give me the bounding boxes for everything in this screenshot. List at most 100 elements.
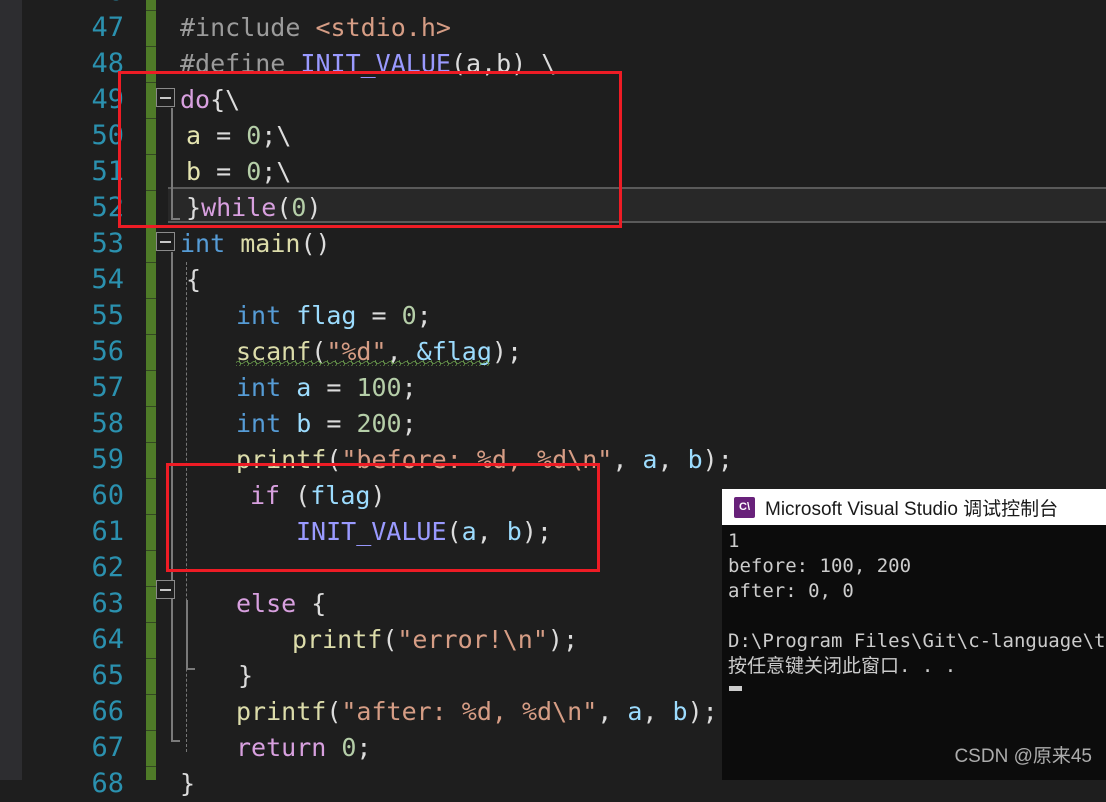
annotation-rect-if-branch [166, 463, 600, 572]
line-number-47: 47 [91, 12, 124, 43]
console-title-text: Microsoft Visual Studio 调试控制台 [765, 498, 1059, 520]
change-bar-segment [146, 46, 156, 47]
line-number-61: 61 [91, 516, 124, 547]
fold-region-line-else [186, 600, 188, 670]
code-token: int [236, 301, 297, 330]
code-token: ); [491, 337, 523, 366]
code-token: a [627, 697, 643, 726]
code-token: 100 [356, 373, 402, 402]
line-number-53: 53 [91, 228, 124, 259]
code-token: ); [702, 445, 733, 474]
change-bar-segment [146, 298, 156, 299]
fold-toggle-line-53[interactable] [156, 232, 175, 251]
fold-region-end-else [186, 668, 195, 670]
code-token: a [642, 445, 658, 474]
code-token: <stdio.h> [315, 13, 451, 42]
code-token: () [300, 229, 331, 258]
annotation-rect-macro-body [118, 71, 622, 228]
code-token: "error!\n" [397, 625, 548, 654]
line-number-67: 67 [91, 732, 124, 763]
error-squiggle-scanf [236, 360, 490, 366]
line-number-64: 64 [91, 624, 124, 655]
code-token: } [238, 661, 254, 690]
console-caret [729, 686, 742, 691]
code-token: ; [401, 373, 417, 402]
code-line-54[interactable]: { [158, 262, 1106, 298]
code-line-53[interactable]: int main() [158, 226, 1106, 262]
code-token: int [180, 229, 241, 258]
code-line-57[interactable]: int a = 100; [158, 370, 1106, 406]
change-bar-segment [146, 550, 156, 551]
code-token: , [657, 445, 688, 474]
line-number-62: 62 [91, 552, 124, 583]
line-number-57: 57 [91, 372, 124, 403]
change-bar-segment [146, 10, 156, 11]
line-number-49: 49 [91, 84, 124, 115]
code-token: ; [356, 733, 372, 762]
code-token: b [296, 409, 327, 438]
change-bar-segment [146, 586, 156, 587]
code-token: #include [180, 13, 316, 42]
line-number-55: 55 [91, 300, 124, 331]
code-token: = [326, 409, 357, 438]
line-number-50: 50 [91, 120, 124, 151]
code-token: { [186, 265, 202, 294]
code-token: = [371, 301, 402, 330]
code-token: ( [382, 625, 398, 654]
line-number-46: 46 [64, 0, 124, 10]
code-token: else [236, 589, 312, 618]
console-output-line: after: 0, 0 [728, 580, 854, 602]
code-token: , [612, 445, 643, 474]
csdn-watermark: CSDN @原来45 [954, 746, 1092, 767]
code-token: int [236, 409, 297, 438]
code-token: printf [236, 697, 327, 726]
code-line-47[interactable]: #include <stdio.h> [158, 10, 1106, 46]
code-token: ); [547, 625, 578, 654]
fold-toggle-line-63[interactable] [156, 580, 175, 599]
code-token: , [642, 697, 673, 726]
line-number-66: 66 [91, 696, 124, 727]
code-token: b [672, 697, 688, 726]
line-number-51: 51 [91, 156, 124, 187]
code-token: 0 [401, 301, 417, 330]
change-bar-segment [146, 514, 156, 515]
visual-studio-console-icon: C\ [734, 496, 755, 518]
console-output-line: 按任意键关闭此窗口. . . [728, 655, 957, 677]
line-number-59: 59 [91, 444, 124, 475]
debug-console-window[interactable]: C\ Microsoft Visual Studio 调试控制台 1 before… [722, 489, 1106, 780]
console-output: 1 before: 100, 200 after: 0, 0 D:\Program … [722, 525, 1106, 679]
change-bar-segment [146, 694, 156, 695]
console-output-line: before: 100, 200 [728, 555, 912, 577]
code-token: a [296, 373, 327, 402]
fold-region-end-main [171, 740, 180, 742]
change-bar-segment [146, 622, 156, 623]
code-token: flag [296, 301, 372, 330]
editor-left-margin-strip [0, 0, 22, 780]
line-number-65: 65 [91, 660, 124, 691]
change-bar-segment [146, 334, 156, 335]
code-token: ; [401, 409, 417, 438]
line-number-48: 48 [91, 48, 124, 79]
code-token: } [180, 769, 196, 798]
change-bar-segment [146, 442, 156, 443]
console-output-line: 1 [728, 530, 740, 552]
code-token: ( [326, 697, 342, 726]
line-number-58: 58 [91, 408, 124, 439]
code-token: { [311, 589, 327, 618]
code-token: = [326, 373, 357, 402]
code-line-58[interactable]: int b = 200; [158, 406, 1106, 442]
change-bar-segment [146, 370, 156, 371]
code-line-55[interactable]: int flag = 0; [158, 298, 1106, 334]
change-bar-segment [146, 658, 156, 659]
change-bar-segment [146, 262, 156, 263]
console-title-bar[interactable]: C\ Microsoft Visual Studio 调试控制台 [722, 489, 1106, 525]
change-bar-segment [146, 406, 156, 407]
code-token: main [240, 229, 301, 258]
screenshot-root: 46 47 48 49 50 51 52 53 54 55 56 57 58 59 60 61 62 63 64 65… [0, 0, 1106, 799]
line-number-52: 52 [91, 192, 124, 223]
line-number-60: 60 [91, 480, 124, 511]
code-token: ; [416, 301, 432, 330]
code-token: printf [292, 625, 383, 654]
change-bar-segment [146, 766, 156, 767]
